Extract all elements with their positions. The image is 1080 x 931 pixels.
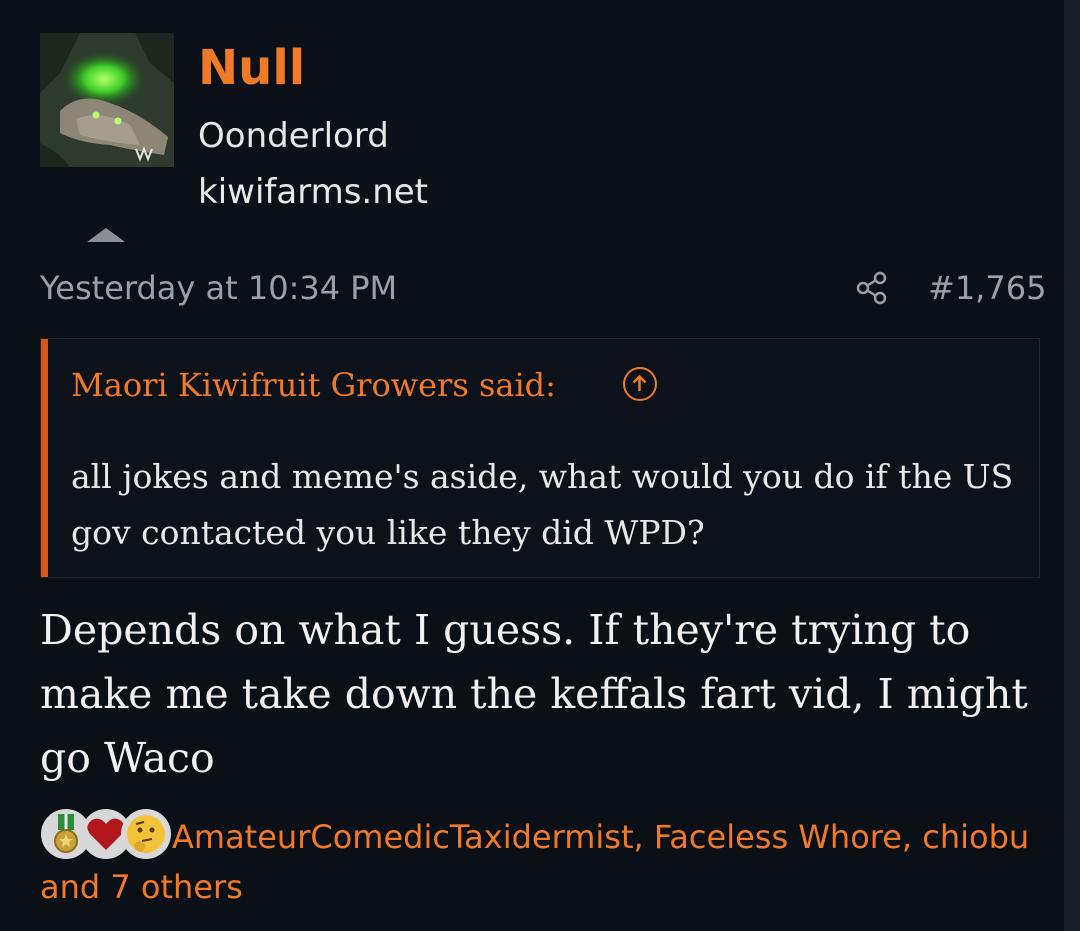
page-right-edge	[1064, 0, 1080, 931]
post-number[interactable]: #1,765	[928, 266, 1046, 310]
thinking-face-icon	[121, 809, 171, 859]
username[interactable]: Null	[198, 38, 305, 98]
quote-block: Maori Kiwifruit Growers said: all jokes …	[40, 338, 1040, 578]
user-title: Oonderlord	[198, 116, 389, 156]
jump-to-quote-icon[interactable]	[623, 367, 657, 401]
post-timestamp[interactable]: Yesterday at 10:34 PM	[40, 266, 397, 310]
quote-author[interactable]: Maori Kiwifruit Growers said:	[71, 363, 556, 407]
reaction-icons[interactable]	[40, 808, 172, 860]
reaction-users[interactable]: AmateurComedicTaxidermist, Faceless Whor…	[40, 818, 1029, 906]
share-icon[interactable]	[854, 270, 890, 306]
quote-text: all jokes and meme's aside, what would y…	[71, 457, 1014, 552]
avatar[interactable]	[40, 33, 174, 167]
post-message: Depends on what I guess. If they're tryi…	[40, 606, 1028, 782]
reactions-bar[interactable]: AmateurComedicTaxidermist, Faceless Whor…	[40, 808, 1050, 912]
user-info-block: Null Oonderlord kiwifarms.net	[0, 0, 1064, 242]
pointer-triangle-icon	[87, 228, 125, 242]
quote-bar	[41, 339, 48, 577]
user-site: kiwifarms.net	[198, 172, 429, 212]
